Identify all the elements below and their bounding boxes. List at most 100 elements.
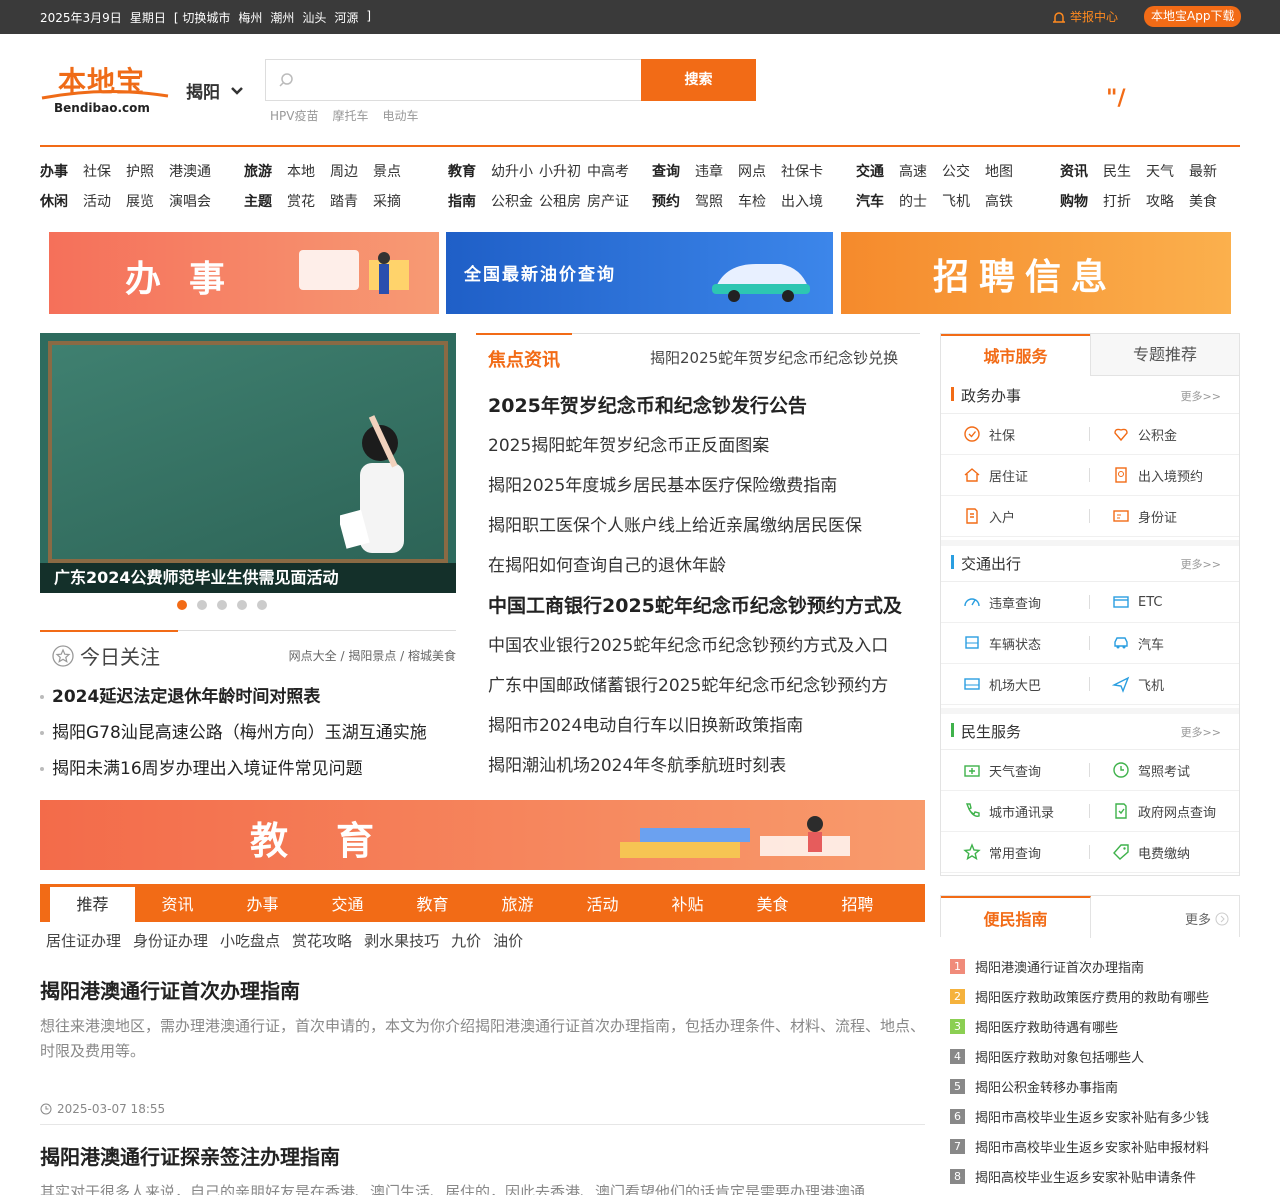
service-vehicle-status[interactable]: 车辆状态 (941, 623, 1090, 664)
list-item[interactable]: 5 揭阳公积金转移办事指南 (950, 1071, 1240, 1101)
list-item[interactable]: 2025年贺岁纪念币和纪念钞发行公告 (488, 388, 928, 428)
nav-link[interactable]: 汽车 (856, 190, 884, 220)
nav-link[interactable]: 网点 (738, 160, 766, 190)
hotword-link[interactable]: HPV疫苗 (270, 107, 318, 124)
nav-link[interactable]: 公积金 (491, 190, 533, 220)
list-item[interactable]: 1 揭阳港澳通行证首次办理指南 (950, 951, 1240, 981)
hotword-link[interactable]: 电动车 (383, 107, 419, 124)
tab-news[interactable]: 资讯 (135, 884, 220, 922)
nav-link[interactable]: 预约 (652, 190, 680, 220)
service-exit-entry[interactable]: 出入境预约 (1090, 455, 1239, 496)
list-item[interactable]: 8 揭阳高校毕业生返乡安家补贴申请条件 (950, 1161, 1240, 1191)
nav-link[interactable]: 采摘 (373, 190, 401, 220)
nav-link[interactable]: 查询 (652, 160, 680, 190)
tab-city-services[interactable]: 城市服务 (941, 334, 1090, 376)
service-driving-test[interactable]: 驾照考试 (1090, 750, 1239, 791)
slider-dot[interactable] (257, 600, 267, 610)
tab-activity[interactable]: 活动 (560, 884, 645, 922)
sub-tag[interactable]: 九价 (451, 930, 481, 951)
nav-link[interactable]: 房产证 (587, 190, 629, 220)
nav-link[interactable]: 休闲 (40, 190, 68, 220)
nav-link[interactable]: 社保卡 (781, 160, 823, 190)
nav-link[interactable]: 公交 (942, 160, 970, 190)
service-gov-outlets[interactable]: 政府网点查询 (1090, 791, 1239, 832)
nav-link[interactable]: 打折 (1103, 190, 1131, 220)
service-electricity[interactable]: 电费缴纳 (1090, 832, 1239, 873)
tab-transport[interactable]: 交通 (305, 884, 390, 922)
nav-link[interactable]: 车检 (738, 190, 766, 220)
list-item[interactable]: 2025揭阳蛇年贺岁纪念币正反面图案 (488, 428, 928, 468)
nav-link[interactable]: 港澳通 (169, 160, 211, 190)
city-link-meizhou[interactable]: 梅州 (238, 9, 262, 26)
article-title[interactable]: 揭阳港澳通行证首次办理指南 (40, 975, 925, 1004)
more-link[interactable]: 更多>> (1181, 388, 1221, 404)
list-item[interactable]: 在揭阳如何查询自己的退休年龄 (488, 548, 928, 588)
nav-link[interactable]: 小升初 (539, 160, 581, 190)
list-item[interactable]: 中国农业银行2025蛇年纪念币纪念钞预约方式及入口 (488, 628, 928, 668)
nav-link[interactable]: 交通 (856, 160, 884, 190)
nav-link[interactable]: 民生 (1103, 160, 1131, 190)
service-weather[interactable]: 天气查询 (941, 750, 1090, 791)
hotword-link[interactable]: 摩托车 (332, 107, 368, 124)
sub-tag[interactable]: 小吃盘点 (220, 930, 280, 951)
tab-education[interactable]: 教育 (390, 884, 475, 922)
focus-scroll-headline[interactable]: 揭阳2025蛇年贺岁纪念币纪念钞兑换 (650, 347, 898, 368)
news-slider[interactable]: 广东2024公费师范毕业生供需见面活动 (40, 333, 456, 593)
nav-link[interactable]: 幼升小 (491, 160, 533, 190)
tab-subsidy[interactable]: 补贴 (645, 884, 730, 922)
nav-link[interactable]: 驾照 (695, 190, 723, 220)
list-item[interactable]: 广东中国邮政储蓄银行2025蛇年纪念币纪念钞预约方 (488, 668, 928, 708)
service-violation-query[interactable]: 违章查询 (941, 582, 1090, 623)
nav-link[interactable]: 高铁 (985, 190, 1013, 220)
banner-jobs[interactable]: 招聘信息 (841, 232, 1231, 314)
nav-link[interactable]: 护照 (126, 160, 154, 190)
sub-tag[interactable]: 居住证办理 (46, 930, 121, 951)
guide-title[interactable]: 便民指南 (941, 896, 1091, 938)
service-flight[interactable]: 飞机 (1090, 664, 1239, 705)
nav-link[interactable]: 的士 (899, 190, 927, 220)
guide-more-link[interactable]: 更多 (1185, 909, 1229, 928)
nav-link[interactable]: 攻略 (1146, 190, 1174, 220)
nav-link[interactable]: 飞机 (942, 190, 970, 220)
service-directory[interactable]: 城市通讯录 (941, 791, 1090, 832)
slider-dot[interactable] (217, 600, 227, 610)
nav-link[interactable]: 景点 (373, 160, 401, 190)
report-center-link[interactable]: 举报中心 (1052, 8, 1118, 25)
list-item[interactable]: 4 揭阳医疗救助对象包括哪些人 (950, 1041, 1240, 1071)
list-item[interactable]: 6 揭阳市高校毕业生返乡安家补贴有多少钱 (950, 1101, 1240, 1131)
nav-link[interactable]: 天气 (1146, 160, 1174, 190)
city-selector[interactable]: 揭阳 (186, 78, 244, 103)
list-item[interactable]: 2024延迟法定退休年龄时间对照表 (40, 683, 456, 719)
tab-jobs[interactable]: 招聘 (815, 884, 900, 922)
list-item[interactable]: 揭阳职工医保个人账户线上给近亲属缴纳居民医保 (488, 508, 928, 548)
list-item[interactable]: 中国工商银行2025蛇年纪念币纪念钞预约方式及 (488, 588, 928, 628)
banner-oil-price[interactable]: 全国最新油价查询 (446, 232, 833, 314)
tab-food[interactable]: 美食 (730, 884, 815, 922)
list-item[interactable]: 揭阳G78汕昆高速公路（梅州方向）玉湖互通实施 (40, 719, 456, 755)
nav-link[interactable]: 公租房 (539, 190, 581, 220)
tab-affairs[interactable]: 办事 (220, 884, 305, 922)
nav-link[interactable]: 本地 (287, 160, 315, 190)
today-quick-links[interactable]: 网点大全 / 揭阳景点 / 榕城美食 (289, 647, 456, 664)
switch-city-link[interactable]: [ 切换城市 (174, 9, 231, 26)
service-id-card[interactable]: 身份证 (1090, 496, 1239, 537)
nav-link[interactable]: 周边 (330, 160, 358, 190)
nav-link[interactable]: 演唱会 (169, 190, 211, 220)
service-housing-fund[interactable]: 公积金 (1090, 414, 1239, 455)
nav-link[interactable]: 出入境 (781, 190, 823, 220)
list-item[interactable]: 揭阳2025年度城乡居民基本医疗保险缴费指南 (488, 468, 928, 508)
nav-link[interactable]: 指南 (448, 190, 476, 220)
nav-link[interactable]: 社保 (83, 160, 111, 190)
nav-link[interactable]: 资讯 (1060, 160, 1088, 190)
nav-link[interactable]: 购物 (1060, 190, 1088, 220)
banner-education[interactable]: 教育 (40, 800, 925, 870)
service-car[interactable]: 汽车 (1090, 623, 1239, 664)
city-link-shantou[interactable]: 汕头 (302, 9, 326, 26)
service-residence-permit[interactable]: 居住证 (941, 455, 1090, 496)
nav-link[interactable]: 中高考 (587, 160, 629, 190)
list-item[interactable]: 3 揭阳医疗救助待遇有哪些 (950, 1011, 1240, 1041)
slider-dot[interactable] (177, 600, 187, 610)
service-social-security[interactable]: 社保 (941, 414, 1090, 455)
nav-link[interactable]: 教育 (448, 160, 476, 190)
nav-link[interactable]: 旅游 (244, 160, 272, 190)
